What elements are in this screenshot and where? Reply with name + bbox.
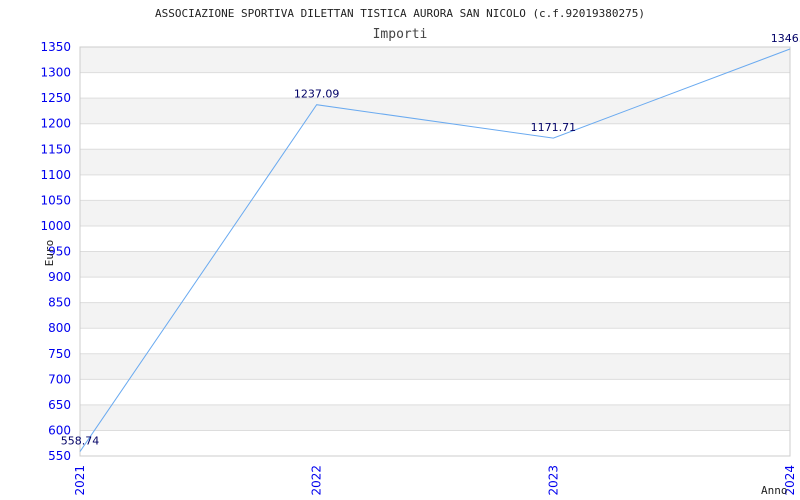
chart-title: ASSOCIAZIONE SPORTIVA DILETTAN TISTICA A… bbox=[155, 7, 645, 20]
y-tick-label: 1300 bbox=[40, 66, 71, 80]
x-tick-label: 2023 bbox=[546, 465, 560, 496]
y-tick-label: 750 bbox=[48, 347, 71, 361]
grid-band bbox=[80, 251, 790, 278]
line-chart: ASSOCIAZIONE SPORTIVA DILETTAN TISTICA A… bbox=[40, 7, 800, 497]
y-tick-label: 1200 bbox=[40, 117, 71, 131]
y-tick-label: 850 bbox=[48, 296, 71, 310]
x-axis-label: Anno bbox=[761, 484, 788, 497]
y-tick-label: 800 bbox=[48, 321, 71, 335]
data-label: 1346.1 bbox=[771, 32, 800, 45]
y-tick-label: 1250 bbox=[40, 91, 71, 105]
grid-band bbox=[80, 404, 790, 431]
data-label: 1171.71 bbox=[531, 121, 577, 134]
grid-band bbox=[80, 200, 790, 226]
y-tick-label: 700 bbox=[48, 372, 71, 386]
y-tick-label: 900 bbox=[48, 270, 71, 284]
grid-band bbox=[80, 98, 790, 124]
y-tick-label: 1150 bbox=[40, 142, 71, 156]
data-label: 558.74 bbox=[61, 435, 100, 448]
y-tick-label: 1050 bbox=[40, 193, 71, 207]
grid-band bbox=[80, 353, 790, 380]
y-tick-label: 550 bbox=[48, 449, 71, 463]
y-tick-label: 1000 bbox=[40, 219, 71, 233]
grid-band bbox=[80, 149, 790, 175]
x-tick-label: 2022 bbox=[310, 465, 324, 496]
chart-subtitle: Importi bbox=[373, 27, 428, 42]
data-label: 1237.09 bbox=[294, 88, 340, 101]
y-tick-label: 650 bbox=[48, 398, 71, 412]
y-tick-label: 1350 bbox=[40, 40, 71, 54]
grid-band bbox=[80, 302, 790, 329]
x-tick-label: 2021 bbox=[73, 465, 87, 496]
y-axis-label: Euro bbox=[43, 240, 56, 267]
grid-band bbox=[80, 47, 790, 73]
y-tick-label: 1100 bbox=[40, 168, 71, 182]
